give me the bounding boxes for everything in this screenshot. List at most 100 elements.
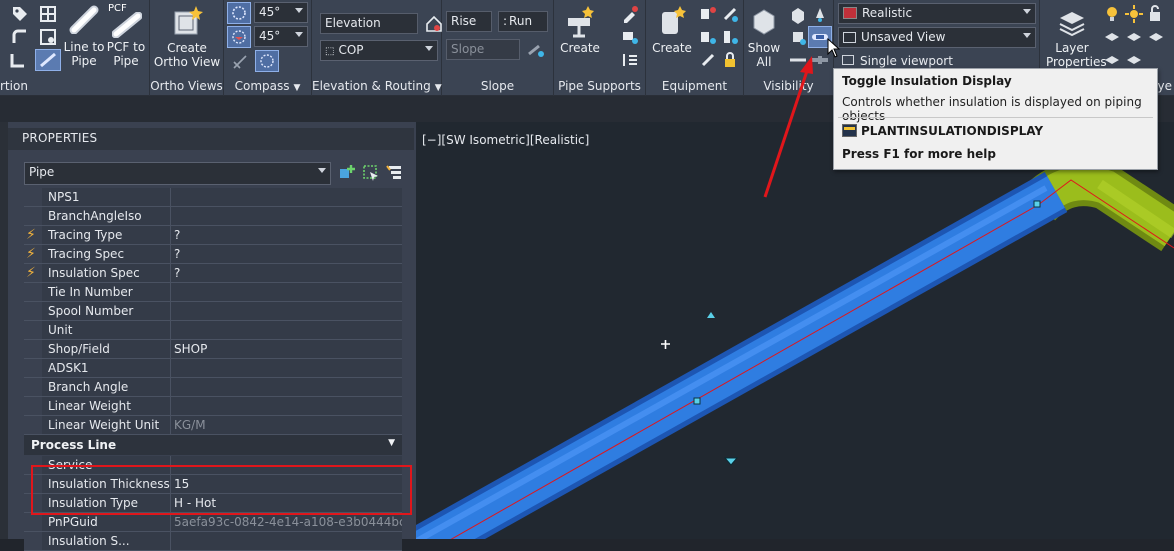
slope-field[interactable]: Slope <box>446 39 520 60</box>
property-row-gutter: ⚡ <box>24 245 42 263</box>
lightbulb-icon[interactable] <box>1102 4 1122 24</box>
section-header-process-line[interactable]: Process Line ▼ <box>24 435 402 455</box>
property-row[interactable]: ⚡ Tracing Type? <box>24 226 402 245</box>
property-row[interactable]: Shop/Field SHOP <box>24 340 402 359</box>
toggle-pickadd-icon[interactable] <box>337 163 357 183</box>
layer-off-icon[interactable] <box>1102 50 1122 70</box>
layer-match-icon[interactable] <box>1146 27 1166 47</box>
grip-triangle-up[interactable] <box>707 312 715 318</box>
property-value[interactable] <box>171 359 402 377</box>
property-row[interactable]: Branch Angle <box>24 378 402 397</box>
run-field[interactable]: : Run <box>498 11 548 32</box>
grid-settings-icon[interactable] <box>38 27 58 47</box>
property-row[interactable]: NPS1 <box>24 188 402 207</box>
property-value[interactable] <box>171 378 402 396</box>
create-equipment-button[interactable]: Create <box>648 2 696 55</box>
rise-field[interactable]: Rise <box>446 11 492 32</box>
equipment-edit-icon[interactable] <box>698 27 718 47</box>
visual-style-select[interactable]: Realistic <box>838 3 1036 24</box>
property-row[interactable]: ADSK1 <box>24 359 402 378</box>
equipment-modify-icon[interactable] <box>698 4 718 24</box>
named-view-select[interactable]: Unsaved View <box>838 27 1036 48</box>
compass-snap-button[interactable] <box>227 26 251 48</box>
slope-settings-icon[interactable] <box>526 40 546 60</box>
panel-elevation-routing: Elevation ⬚ COP Elevation & Routing ▼ <box>312 0 442 96</box>
compass-toggle-button[interactable] <box>227 2 251 24</box>
equipment-lock-icon[interactable] <box>720 50 740 70</box>
property-row[interactable]: Spool Number <box>24 302 402 321</box>
pipe-bend-icon[interactable] <box>10 27 30 47</box>
properties-title-bar[interactable]: PROPERTIES <box>8 128 414 150</box>
compass-angle-1-select[interactable]: 45° <box>254 2 308 23</box>
compass-tick-icon[interactable] <box>230 52 250 72</box>
object-type-select[interactable]: Pipe <box>24 162 331 185</box>
property-row[interactable]: Insulation S... <box>24 532 402 551</box>
property-row[interactable]: ⚡ Tracing Spec? <box>24 245 402 264</box>
hide-icon[interactable] <box>810 4 830 24</box>
property-value[interactable]: ? <box>171 264 402 282</box>
create-support-button[interactable]: Create <box>558 2 602 55</box>
quick-select-icon[interactable] <box>385 163 405 183</box>
compass-display-button[interactable] <box>255 50 279 72</box>
pcf-icon: PCF <box>104 2 148 40</box>
property-row[interactable]: Linear Weight Unit KG/M <box>24 416 402 435</box>
grip-mid[interactable] <box>693 397 701 405</box>
property-value[interactable] <box>171 302 402 320</box>
elevation-field[interactable]: Elevation <box>320 13 418 34</box>
line-to-pipe-button[interactable]: Line to Pipe <box>62 2 106 68</box>
property-row[interactable]: Unit <box>24 321 402 340</box>
pipe-slope-icon <box>40 52 56 68</box>
support-list-icon[interactable] <box>620 50 640 70</box>
support-edit-icon[interactable] <box>620 4 640 24</box>
grip-triangle-down[interactable] <box>723 457 739 466</box>
property-row[interactable]: Linear Weight <box>24 397 402 416</box>
elevation-house-icon[interactable] <box>424 14 444 34</box>
property-row[interactable]: PnPGuid5aefa93c-0842-4e14-a108-e3b0444bc… <box>24 513 402 532</box>
tag-icon[interactable] <box>10 4 30 24</box>
panel-label-elevation-routing[interactable]: Elevation & Routing ▼ <box>312 79 442 93</box>
select-objects-icon[interactable] <box>361 163 381 183</box>
layer-properties-button[interactable]: Layer Properties <box>1046 2 1107 69</box>
compass-angle-2-select[interactable]: 45° <box>254 26 308 47</box>
ortho-pipe-icon[interactable] <box>8 50 28 70</box>
grid-edit-icon[interactable] <box>38 4 58 24</box>
palette-side-bar[interactable] <box>0 122 8 539</box>
panel-equipment: Create Equipment <box>646 0 744 96</box>
equipment-attach-icon[interactable] <box>720 27 740 47</box>
property-value[interactable] <box>171 207 402 225</box>
property-value[interactable]: SHOP <box>171 340 402 358</box>
elevation-reference-select[interactable]: ⬚ COP <box>320 40 438 61</box>
property-value[interactable] <box>171 397 402 415</box>
property-value[interactable]: ? <box>171 226 402 244</box>
property-row[interactable]: BranchAngleIso <box>24 207 402 226</box>
property-value[interactable] <box>171 188 402 206</box>
create-ortho-view-button[interactable]: Create Ortho View <box>150 2 224 69</box>
chevron-down-icon <box>295 32 303 37</box>
equipment-tag-icon[interactable] <box>698 50 718 70</box>
tooltip-command: PLANTINSULATIONDISPLAY <box>861 124 1044 138</box>
visual-style-value: Realistic <box>862 6 913 20</box>
sun-icon[interactable] <box>1124 4 1144 24</box>
property-value[interactable]: 5aefa93c-0842-4e14-a108-e3b0444bc203 <box>171 513 402 531</box>
grip-end[interactable] <box>1033 200 1041 208</box>
property-value[interactable]: ? <box>171 245 402 263</box>
layer-lock-icon[interactable] <box>1146 4 1166 24</box>
property-value[interactable]: KG/M <box>171 416 402 434</box>
equipment-nozzle-icon[interactable] <box>720 4 740 24</box>
layer-walk-icon[interactable] <box>1124 27 1144 47</box>
property-row[interactable]: ⚡ Insulation Spec? <box>24 264 402 283</box>
chevron-down-icon <box>1023 33 1031 38</box>
slope-tool-button[interactable] <box>35 49 61 71</box>
hide-selected-icon[interactable] <box>788 27 808 47</box>
property-value[interactable] <box>171 532 402 550</box>
isolate-icon[interactable] <box>788 4 808 24</box>
pcf-to-pipe-button[interactable]: PCF PCF to Pipe <box>104 2 148 68</box>
property-value[interactable] <box>171 321 402 339</box>
support-convert-icon[interactable] <box>620 27 640 47</box>
layer-iso-icon[interactable] <box>1102 27 1122 47</box>
property-value[interactable] <box>171 283 402 301</box>
layer-freeze-icon[interactable] <box>1124 50 1144 70</box>
property-row[interactable]: Tie In Number <box>24 283 402 302</box>
panel-label-compass[interactable]: Compass ▼ <box>224 79 311 93</box>
viewport-config-select[interactable]: Single viewport <box>842 54 953 68</box>
